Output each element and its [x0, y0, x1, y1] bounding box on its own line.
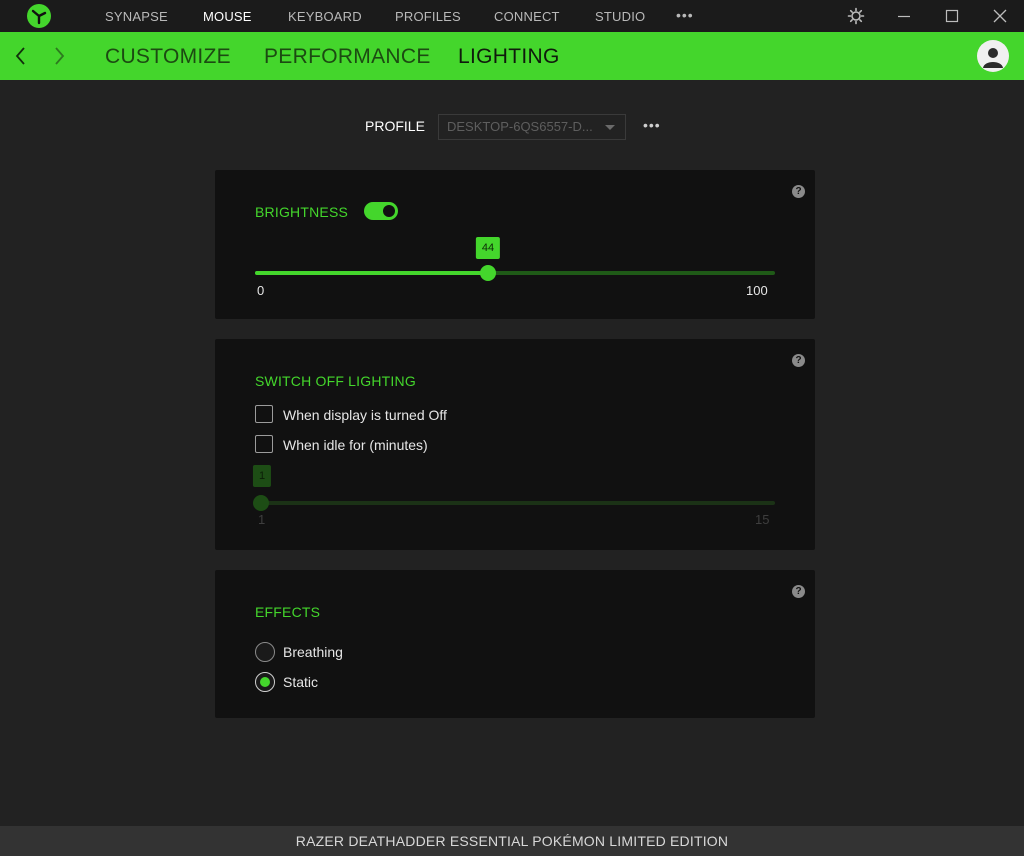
minimize-icon[interactable]	[894, 6, 914, 26]
title-bar: SYNAPSE MOUSE KEYBOARD PROFILES CONNECT …	[0, 0, 1024, 32]
slider-max-label: 15	[755, 512, 770, 527]
toggle-knob	[383, 205, 395, 217]
slider-track	[253, 495, 775, 511]
effects-title: EFFECTS	[255, 604, 321, 620]
back-arrow-icon[interactable]	[9, 44, 33, 68]
close-icon[interactable]	[990, 6, 1010, 26]
brightness-card: ? BRIGHTNESS 44 0 100	[215, 170, 815, 319]
slider-min-label: 1	[258, 512, 266, 527]
display-off-checkbox[interactable]	[255, 405, 273, 423]
nav-connect[interactable]: CONNECT	[494, 0, 560, 32]
help-icon[interactable]: ?	[792, 354, 805, 367]
switch-off-title: SWITCH OFF LIGHTING	[255, 373, 416, 389]
slider-value-bubble: 1	[252, 465, 272, 487]
slider-track[interactable]	[255, 265, 775, 281]
razer-logo-icon[interactable]	[27, 4, 51, 28]
nav-keyboard[interactable]: KEYBOARD	[288, 0, 362, 32]
nav-profiles[interactable]: PROFILES	[395, 0, 461, 32]
nav-studio[interactable]: STUDIO	[595, 0, 645, 32]
effect-breathing-label[interactable]: Breathing	[283, 644, 343, 660]
nav-mouse[interactable]: MOUSE	[203, 0, 252, 32]
profile-dropdown[interactable]: DESKTOP-6QS6557-D...	[438, 114, 626, 140]
tab-lighting[interactable]: LIGHTING	[458, 32, 560, 80]
slider-thumb	[253, 495, 269, 511]
slider-min-label: 0	[257, 283, 265, 298]
idle-label: When idle for (minutes)	[283, 437, 428, 453]
idle-checkbox[interactable]	[255, 435, 273, 453]
device-name-footer: RAZER DEATHADDER ESSENTIAL POKÉMON LIMIT…	[0, 826, 1024, 856]
nav-more-button[interactable]: •••	[676, 8, 694, 22]
forward-arrow-icon[interactable]	[47, 44, 71, 68]
user-avatar[interactable]	[977, 40, 1009, 72]
tab-customize[interactable]: CUSTOMIZE	[105, 32, 231, 80]
effect-static-label[interactable]: Static	[283, 674, 318, 690]
switch-off-lighting-card: ? SWITCH OFF LIGHTING When display is tu…	[215, 339, 815, 550]
user-icon	[983, 48, 1003, 68]
brightness-toggle[interactable]	[364, 202, 398, 220]
slider-max-label: 100	[746, 283, 768, 298]
effect-static-radio[interactable]	[255, 672, 275, 692]
profile-more-button[interactable]: •••	[643, 118, 661, 132]
help-icon[interactable]: ?	[792, 185, 805, 198]
effect-breathing-radio[interactable]	[255, 642, 275, 662]
settings-gear-icon[interactable]	[846, 6, 866, 26]
tab-performance[interactable]: PERFORMANCE	[264, 32, 431, 80]
help-icon[interactable]: ?	[792, 585, 805, 598]
effects-card: ? EFFECTS Breathing Static	[215, 570, 815, 718]
radio-selected-dot	[260, 677, 270, 687]
profile-label: PROFILE	[365, 118, 425, 134]
slider-value-bubble: 44	[475, 237, 501, 259]
nav-synapse[interactable]: SYNAPSE	[105, 0, 168, 32]
brightness-title: BRIGHTNESS	[255, 204, 349, 220]
slider-thumb[interactable]	[480, 265, 496, 281]
sub-nav-bar: CUSTOMIZE PERFORMANCE LIGHTING	[0, 32, 1024, 80]
maximize-icon[interactable]	[942, 6, 962, 26]
profile-selected-value: DESKTOP-6QS6557-D...	[447, 119, 593, 134]
chevron-down-icon	[605, 125, 615, 130]
display-off-label: When display is turned Off	[283, 407, 447, 423]
slider-fill	[255, 271, 488, 275]
